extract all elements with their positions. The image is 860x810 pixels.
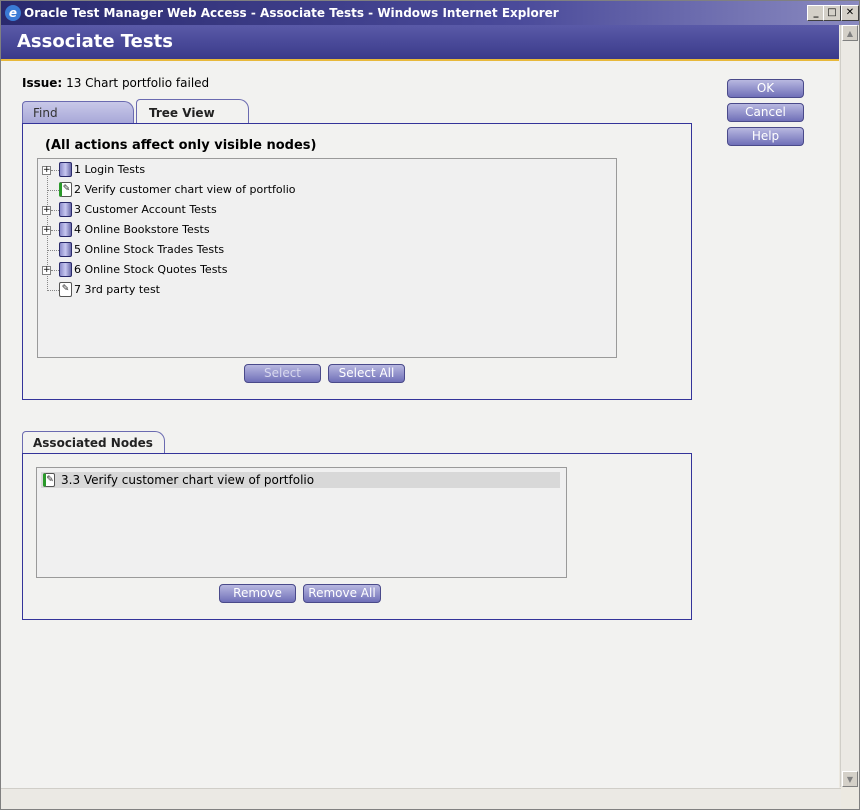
tree-branch — [51, 230, 59, 231]
tree-branch — [51, 170, 59, 171]
third-party-test-icon: ✎ — [59, 282, 72, 297]
test-folder-icon — [59, 262, 72, 277]
select-button[interactable]: Select — [244, 364, 321, 383]
test-folder-icon — [59, 162, 72, 177]
visibility-note: (All actions affect only visible nodes) — [45, 138, 317, 153]
associated-nodes-panel: ✎ 3.3 Verify customer chart view of port… — [22, 453, 692, 620]
tree-node-label: 3 Customer Account Tests — [74, 203, 217, 216]
horizontal-scrollbar[interactable] — [1, 788, 841, 809]
tree-node-label: 5 Online Stock Trades Tests — [74, 243, 225, 256]
remove-button[interactable]: Remove — [219, 584, 296, 603]
page-title: Associate Tests — [17, 31, 173, 52]
page-header: Associate Tests — [1, 25, 839, 61]
test-folder-icon — [59, 202, 72, 217]
tree-listbox[interactable]: + 1 Login Tests ✎ 2 Verify customer char… — [37, 158, 617, 358]
tree-node-label: 4 Online Bookstore Tests — [74, 223, 210, 236]
associated-item-label: 3.3 Verify customer chart view of portfo… — [61, 473, 315, 487]
maximize-button[interactable]: □ — [823, 5, 841, 21]
ok-button[interactable]: OK — [727, 79, 804, 98]
help-button[interactable]: Help — [727, 127, 804, 146]
tree-node-label: 7 3rd party test — [74, 283, 160, 296]
select-all-button[interactable]: Select All — [328, 364, 405, 383]
tree-node[interactable]: 5 Online Stock Trades Tests — [42, 241, 602, 259]
issue-line: Issue: 13 Chart portfolio failed — [22, 76, 209, 90]
tree-node[interactable]: + 4 Online Bookstore Tests — [42, 221, 602, 239]
tree-node[interactable]: + 3 Customer Account Tests — [42, 201, 602, 219]
test-icon: ✎ — [43, 473, 55, 487]
tree-branch — [47, 290, 59, 291]
tab-find[interactable]: Find — [22, 101, 134, 123]
remove-all-button[interactable]: Remove All — [303, 584, 381, 603]
tab-associated-nodes: Associated Nodes — [22, 431, 165, 453]
browser-window: e Oracle Test Manager Web Access - Assoc… — [0, 0, 860, 810]
tree-view-panel: (All actions affect only visible nodes) … — [22, 123, 692, 400]
scroll-down-icon[interactable]: ▼ — [842, 771, 858, 787]
tree-node[interactable]: + 1 Login Tests — [42, 161, 602, 179]
expand-icon[interactable]: + — [42, 226, 51, 235]
title-bar: e Oracle Test Manager Web Access - Assoc… — [1, 1, 859, 25]
scroll-up-icon[interactable]: ▲ — [842, 25, 858, 41]
tree-node[interactable]: ✎ 2 Verify customer chart view of portfo… — [42, 181, 602, 199]
tab-tree-view[interactable]: Tree View — [136, 99, 249, 123]
test-folder-icon — [59, 242, 72, 257]
test-folder-icon — [59, 222, 72, 237]
window-title: Oracle Test Manager Web Access - Associa… — [24, 6, 559, 20]
cancel-button[interactable]: Cancel — [727, 103, 804, 122]
tree-node-label: 6 Online Stock Quotes Tests — [74, 263, 228, 276]
tree-node[interactable]: + 6 Online Stock Quotes Tests — [42, 261, 602, 279]
test-icon: ✎ — [59, 182, 72, 197]
ie-icon: e — [5, 5, 21, 21]
issue-value: 13 Chart portfolio failed — [66, 76, 210, 90]
expand-icon[interactable]: + — [42, 266, 51, 275]
expand-icon[interactable]: + — [42, 166, 51, 175]
close-button[interactable]: ✕ — [841, 5, 859, 21]
tree-branch — [47, 250, 59, 251]
associated-item[interactable]: ✎ 3.3 Verify customer chart view of port… — [41, 472, 560, 488]
issue-label: Issue: — [22, 76, 63, 90]
tree-node-label: 1 Login Tests — [74, 163, 146, 176]
expand-icon[interactable]: + — [42, 206, 51, 215]
tree-branch — [51, 210, 59, 211]
tree-branch — [47, 190, 59, 191]
tree-branch — [51, 270, 59, 271]
tree-node-label: 2 Verify customer chart view of portfoli… — [74, 183, 296, 196]
vertical-scrollbar[interactable]: ▲ ▼ — [840, 25, 859, 787]
associated-listbox[interactable]: ✎ 3.3 Verify customer chart view of port… — [36, 467, 567, 578]
tree-node[interactable]: ✎ 7 3rd party test — [42, 281, 602, 299]
